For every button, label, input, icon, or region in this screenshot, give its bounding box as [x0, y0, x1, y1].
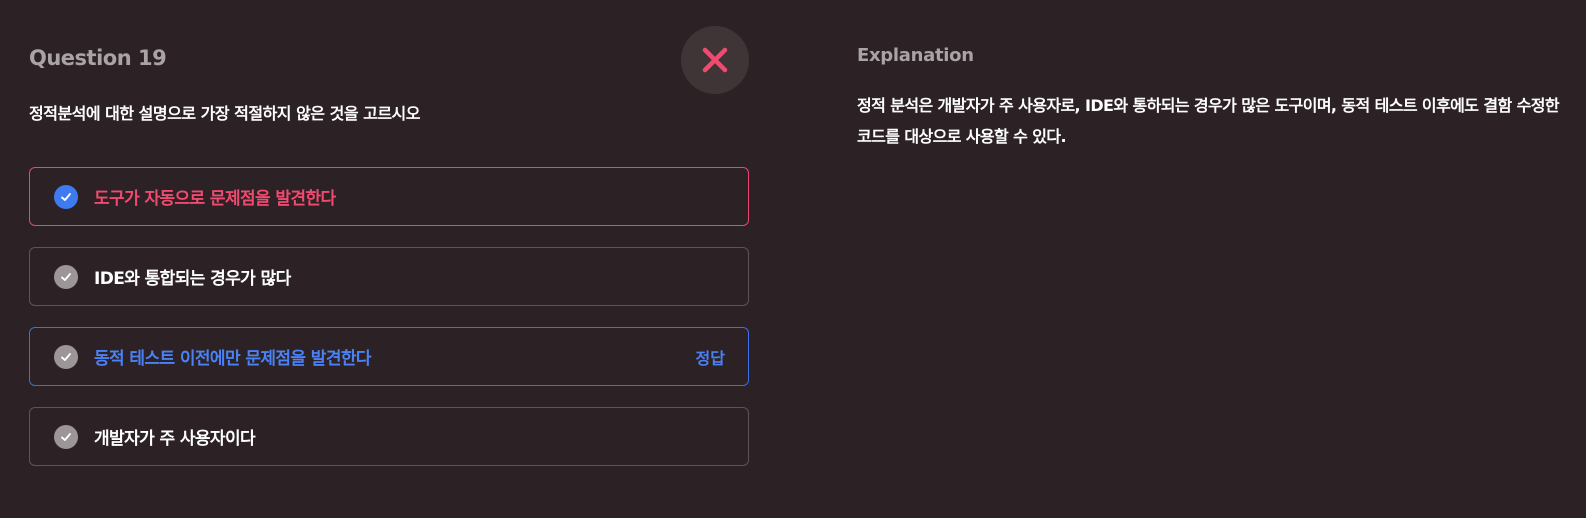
check-circle-icon	[54, 344, 78, 369]
check-circle-icon	[54, 424, 78, 449]
close-icon	[702, 47, 728, 73]
answer-option-2[interactable]: IDE와 통합되는 경우가 많다	[29, 247, 749, 306]
answer-option-label: IDE와 통합되는 경우가 많다	[94, 269, 291, 289]
question-panel: Question 19 정적분석에 대한 설명으로 가장 적절하지 않은 것을 …	[29, 0, 749, 518]
correct-answer-tag: 정답	[695, 348, 725, 368]
explanation-text: 정적 분석은 개발자가 주 사용자로, IDE와 통하되는 경우가 많은 도구이…	[857, 96, 1560, 146]
answer-option-4[interactable]: 개발자가 주 사용자이다	[29, 407, 749, 466]
answer-option-1[interactable]: 도구가 자동으로 문제점을 발견한다	[29, 167, 749, 226]
answer-option-label: 동적 테스트 이전에만 문제점을 발견한다	[94, 349, 372, 369]
question-title: Question 19	[29, 46, 167, 70]
answer-options: 도구가 자동으로 문제점을 발견한다 IDE와 통합되는 경우가 많다 동적 테…	[29, 167, 749, 487]
explanation-title: Explanation	[857, 45, 974, 66]
answer-option-label: 도구가 자동으로 문제점을 발견한다	[94, 189, 336, 209]
result-badge-wrong	[681, 26, 749, 94]
answer-option-3[interactable]: 동적 테스트 이전에만 문제점을 발견한다 정답	[29, 327, 749, 386]
check-circle-icon	[54, 184, 78, 209]
question-text: 정적분석에 대한 설명으로 가장 적절하지 않은 것을 고르시오	[29, 104, 421, 123]
answer-option-label: 개발자가 주 사용자이다	[94, 429, 256, 449]
check-circle-icon	[54, 264, 78, 289]
